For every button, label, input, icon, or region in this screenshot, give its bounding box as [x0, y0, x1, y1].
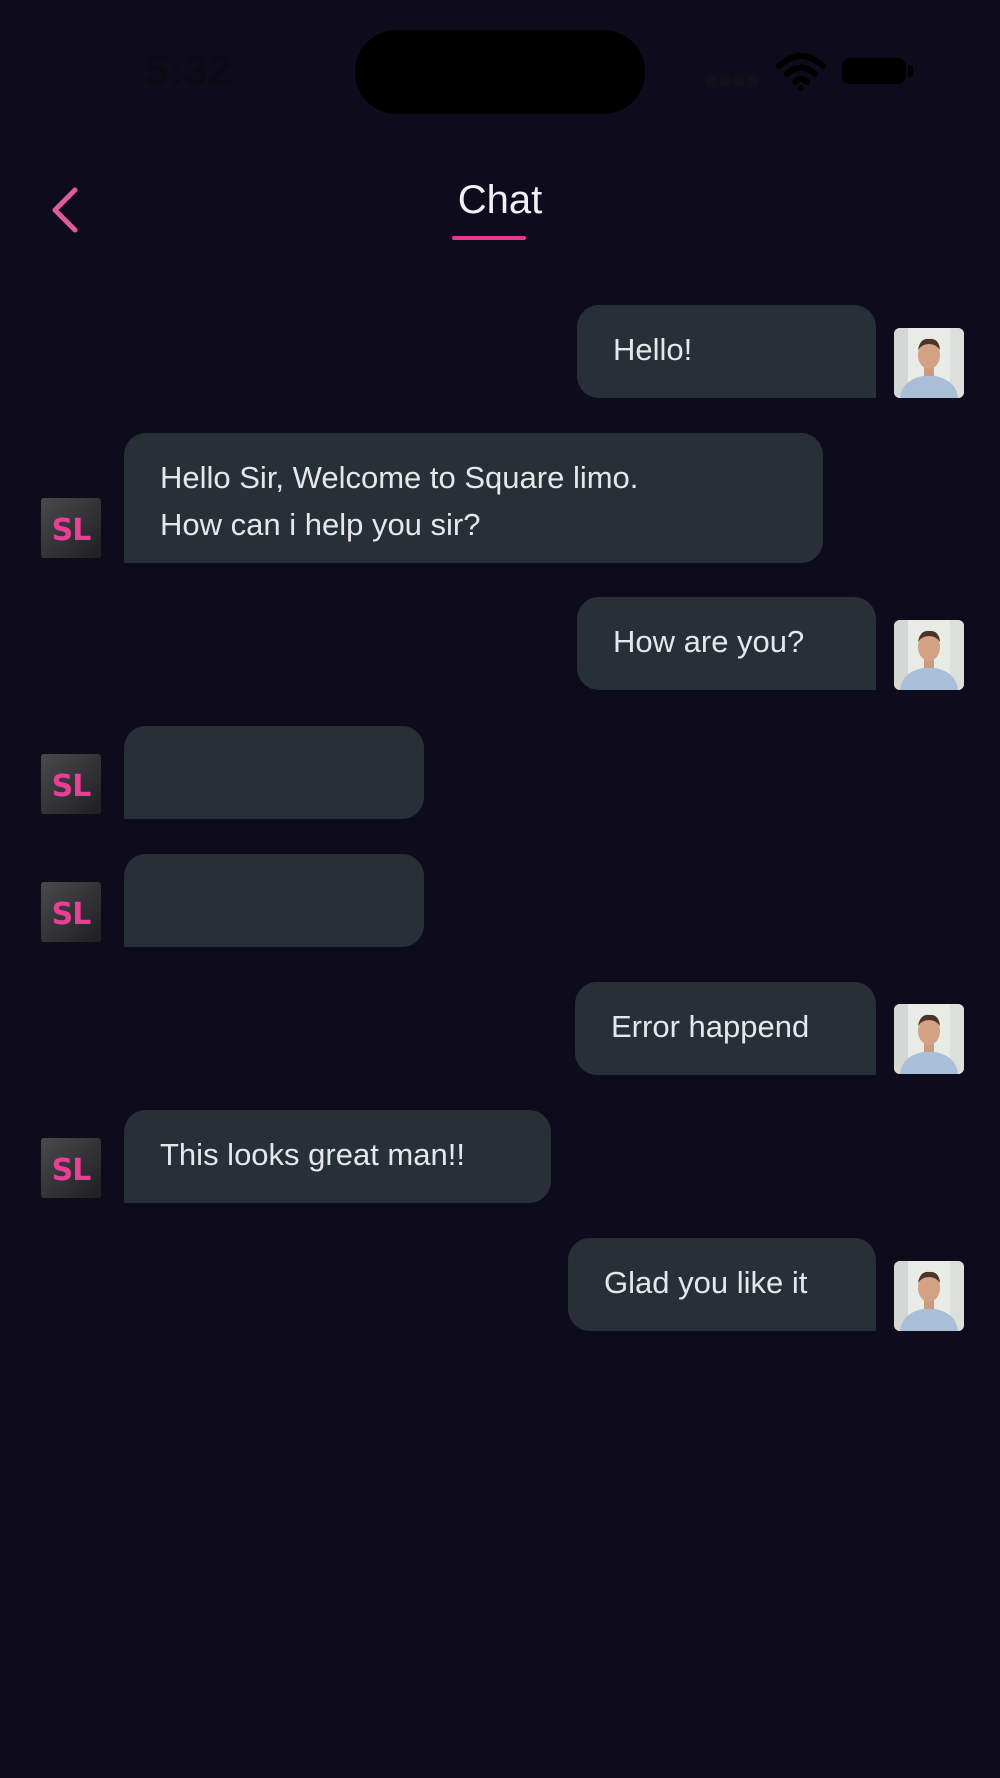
- user-avatar: [894, 1004, 964, 1074]
- square-limo-logo-icon: SL: [41, 498, 101, 558]
- bot-avatar: SL: [41, 754, 101, 814]
- logo-text: SL: [52, 769, 92, 804]
- wifi-icon: [776, 53, 826, 91]
- message-text: This looks great man!!: [160, 1137, 465, 1172]
- message-bubble-bot-empty[interactable]: [124, 726, 424, 819]
- user-photo-icon: [894, 620, 964, 690]
- nav-header: Chat: [0, 150, 1000, 250]
- message-bubble-user[interactable]: Error happend: [575, 982, 876, 1075]
- message-text: Hello!: [613, 332, 693, 367]
- message-bubble-bot[interactable]: Hello Sir, Welcome to Square limo. How c…: [124, 433, 823, 563]
- logo-text: SL: [52, 513, 92, 548]
- logo-text: SL: [52, 897, 92, 932]
- message-text-line: Hello Sir, Welcome to Square limo.: [160, 460, 639, 495]
- message-text: Error happend: [611, 1009, 810, 1044]
- message-text-line: How can i help you sir?: [160, 507, 481, 542]
- message-text: How are you?: [613, 624, 805, 659]
- user-photo-icon: [894, 1004, 964, 1074]
- message-text: Glad you like it: [604, 1265, 808, 1300]
- message-bubble-user[interactable]: Hello!: [577, 305, 876, 398]
- battery-cap: [908, 65, 913, 77]
- message-bubble-bot-empty[interactable]: [124, 854, 424, 947]
- square-limo-logo-icon: SL: [41, 882, 101, 942]
- user-avatar: [894, 1261, 964, 1331]
- dynamic-island: [355, 30, 645, 114]
- user-photo-icon: [894, 328, 964, 398]
- message-bubble-user[interactable]: How are you?: [577, 597, 876, 690]
- status-icons: [700, 52, 920, 92]
- status-time: 5:32: [145, 46, 234, 93]
- page-title: Chat: [457, 178, 543, 222]
- logo-text: SL: [52, 1153, 92, 1188]
- signal-icon: [706, 74, 774, 86]
- square-limo-logo-icon: SL: [41, 1138, 101, 1198]
- user-avatar: [894, 620, 964, 690]
- user-photo-icon: [894, 1261, 964, 1331]
- message-bubble-user[interactable]: Glad you like it: [568, 1238, 876, 1331]
- title-underline: [452, 236, 526, 240]
- bot-avatar: SL: [41, 1138, 101, 1198]
- bot-avatar: SL: [41, 882, 101, 942]
- status-bar: 5:32: [0, 0, 1000, 140]
- square-limo-logo-icon: SL: [41, 754, 101, 814]
- user-avatar: [894, 328, 964, 398]
- battery-icon: [842, 58, 906, 84]
- message-bubble-bot[interactable]: This looks great man!!: [124, 1110, 551, 1203]
- bot-avatar: SL: [41, 498, 101, 558]
